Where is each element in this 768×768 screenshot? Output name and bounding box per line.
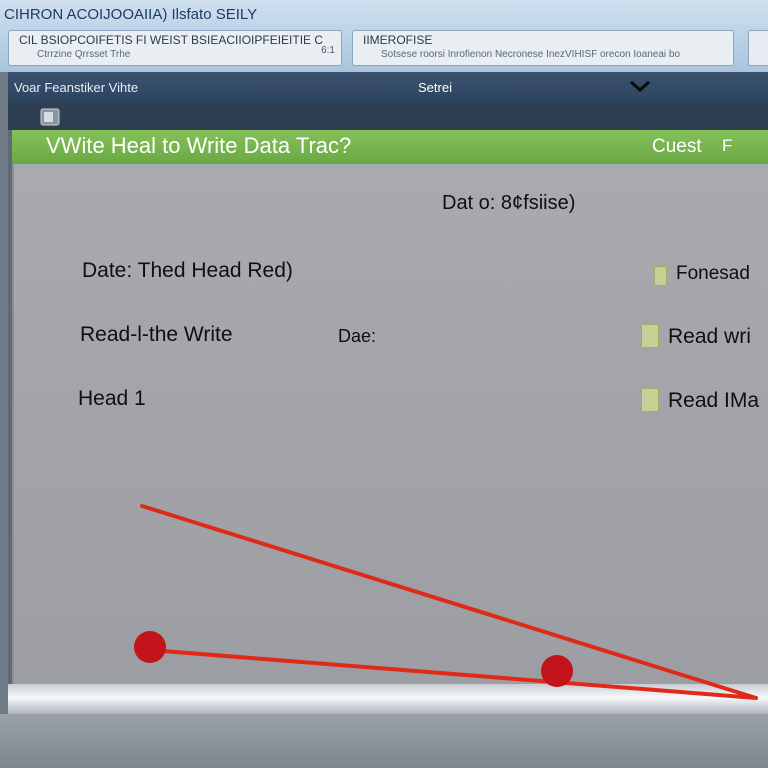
annotation-marker <box>541 655 573 687</box>
annotation-marker <box>134 631 166 663</box>
annotation-line-lower <box>148 648 758 700</box>
annotation-line-upper <box>140 504 758 700</box>
annotation-overlay <box>134 504 758 700</box>
